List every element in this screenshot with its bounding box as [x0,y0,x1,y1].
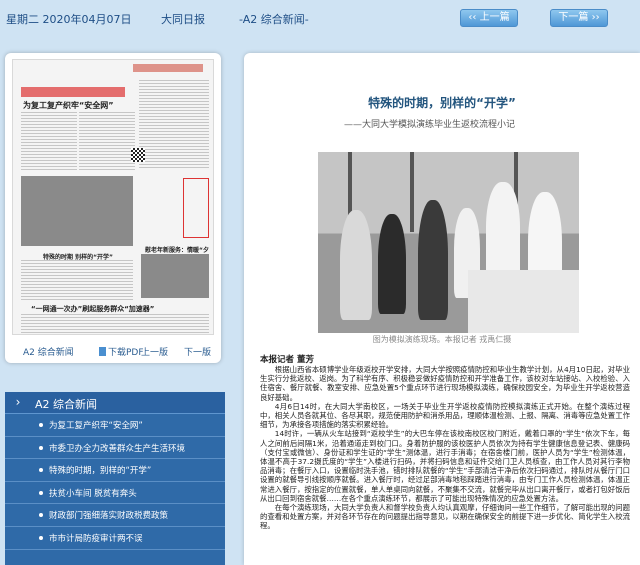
thumbnail-text-block [21,112,77,172]
thumbnail-masthead [133,64,203,72]
top-bar: 星期二 2020年04月07日 大同日报 -A2 综合新闻- ‹‹ 上一篇 下一… [0,0,640,36]
thumbnail-text-block [139,80,209,170]
article-list-item[interactable]: 为复工复产织牢“安全网” [5,414,225,437]
article-list-item[interactable]: 市市计局防疫审计两不误 [5,527,225,550]
article-list-item[interactable]: 扶贫小车间 脱贫有奔头 [5,482,225,505]
thumbnail-qr-code [131,148,145,162]
article-paragraph: 在每个演练现场，大同大学负责人和督学校负责人均认真观摩，仔细询问一些工作细节，了… [260,503,630,531]
download-pdf-label: 下载PDF [108,348,144,358]
chevron-right-icon: › [15,395,21,409]
article-body: 根据山西省本硕博学业年级返校开学安排，大同大学按照疫情防控和毕业生教学计划，从4… [260,365,630,531]
article-list-label: 扶贫小车间 脱贫有奔头 [49,488,137,499]
thumbnail-photo [21,176,133,246]
thumbnail-headline-2[interactable]: “一网通一次办”刷起服务群众“加速器” [31,304,154,314]
next-arrow-icon: ›› [591,12,600,23]
page-name-link[interactable]: A2 综合新闻 [23,345,74,358]
next-page-link[interactable]: 下一版 [184,345,211,358]
thumbnail-text-block [79,112,135,172]
prev-article-label: 上一篇 [479,12,510,23]
thumbnail-headline-1[interactable]: 为复工复产织牢“安全网” [23,100,114,111]
next-article-button[interactable]: 下一篇 ›› [550,9,608,27]
download-pdf-link[interactable]: 下载PDF [99,345,144,358]
bullet-icon [39,535,43,540]
bullet-icon [39,490,43,495]
article-list-label: 特殊的时期，别样的“开学” [49,466,152,477]
bullet-icon [39,423,43,427]
page-thumbnail[interactable]: 为复工复产织牢“安全网” 特殊的时期 别样的“开学” 慰老年新服务：情暖“夕阳红… [12,59,214,335]
prev-arrow-icon: ‹‹ [468,12,477,23]
thumbnail-photo [141,254,209,298]
article-list-label: 财政部门强细落实财政税费政策 [49,511,169,522]
section-list-title: A2 综合新闻 [35,398,98,411]
bullet-icon [39,468,43,473]
article-photo [318,152,579,333]
pdf-icon [99,347,106,356]
section-list-header[interactable]: › A2 综合新闻 [5,392,225,414]
article-list-item[interactable]: 财政部门强细落实财政税费政策 [5,504,225,527]
thumbnail-text-block [21,314,209,334]
article-byline: 本报记者 董芳 [260,355,314,365]
thumbnail-footer: A2 综合新闻 下载PDF 上一版 下一版 [5,342,221,358]
bullet-icon [39,513,43,518]
article-list-item[interactable]: 特殊的时期，别样的“开学” [5,459,225,482]
thumbnail-red-banner [21,87,125,97]
current-section: -A2 综合新闻- [239,13,309,26]
issue-date: 星期二 2020年04月07日 [6,13,132,26]
prev-page-link[interactable]: 上一版 [141,345,168,358]
article-list-item[interactable]: 市委卫办全力改善群众生产生活环境 [5,437,225,460]
next-article-label: 下一篇 [558,12,589,23]
prev-article-button[interactable]: ‹‹ 上一篇 [460,9,518,27]
article-subtitle: ——大同大学模拟演练毕业生返校流程小记 [344,120,516,130]
article-paragraph: 4月6日14时，在大同大学南校区，一场关于毕业生开学返校疫情防控模拟演练正式开始… [260,401,630,430]
thumbnail-text-block [21,260,133,300]
thumbnail-ad-box [183,178,209,238]
section-article-list: › A2 综合新闻 为复工复产织牢“安全网” 市委卫办全力改善群众生产生活环境 … [5,392,225,565]
page-thumbnail-card: 为复工复产织牢“安全网” 特殊的时期 别样的“开学” 慰老年新服务：情暖“夕阳红… [5,53,221,363]
article-list-label: 市市计局防疫审计两不误 [49,533,143,544]
article-panel: 特殊的时期，别样的“开学” ——大同大学模拟演练毕业生返校流程小记 图为模拟演练… [244,53,640,565]
photo-caption: 图为模拟演练现场。本报记者 戎禹仁摄 [372,335,512,344]
bullet-icon [39,445,43,450]
newspaper-name: 大同日报 [161,13,205,26]
article-paragraph: 根据山西省本硕博学业年级返校开学安排，大同大学按照疫情防控和毕业生教学计划，从4… [260,365,630,402]
article-paragraph: 14时许，一辆从火车站接到“返校学生”的大巴车停在该校南校区校门附近，戴着口罩的… [260,429,630,503]
article-title: 特殊的时期，别样的“开学” [368,96,516,110]
article-list-label: 为复工复产织牢“安全网” [49,421,143,431]
article-list-label: 市委卫办全力改善群众生产生活环境 [49,443,186,454]
